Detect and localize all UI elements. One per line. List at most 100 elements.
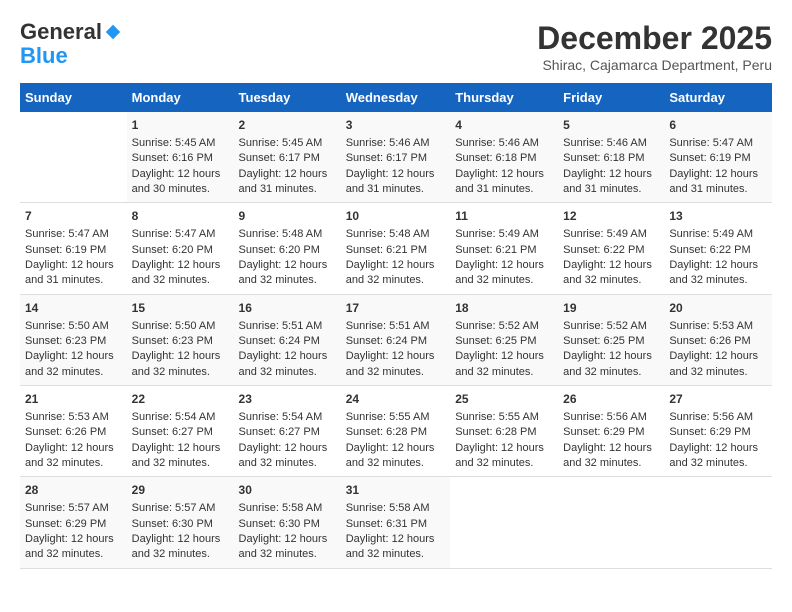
sunrise-text: Sunrise: 5:49 AM [669,227,767,242]
daylight-text: Daylight: 12 hours and 31 minutes. [346,167,445,198]
logo: General Blue [20,20,122,68]
calendar-cell: 28Sunrise: 5:57 AMSunset: 6:29 PMDayligh… [20,477,127,568]
day-number: 9 [239,208,336,225]
week-row-2: 7Sunrise: 5:47 AMSunset: 6:19 PMDaylight… [20,203,772,294]
calendar-cell: 12Sunrise: 5:49 AMSunset: 6:22 PMDayligh… [558,203,664,294]
sunset-text: Sunset: 6:27 PM [239,425,336,440]
sunrise-text: Sunrise: 5:52 AM [563,319,659,334]
day-number: 19 [563,300,659,317]
day-number: 12 [563,208,659,225]
sunrise-text: Sunrise: 5:47 AM [132,227,229,242]
sunrise-text: Sunrise: 5:58 AM [346,501,445,516]
week-row-1: 1Sunrise: 5:45 AMSunset: 6:16 PMDaylight… [20,112,772,203]
daylight-text: Daylight: 12 hours and 32 minutes. [346,532,445,563]
sunset-text: Sunset: 6:28 PM [455,425,553,440]
calendar-cell: 15Sunrise: 5:50 AMSunset: 6:23 PMDayligh… [127,294,234,385]
sunrise-text: Sunrise: 5:49 AM [455,227,553,242]
week-row-5: 28Sunrise: 5:57 AMSunset: 6:29 PMDayligh… [20,477,772,568]
sunrise-text: Sunrise: 5:55 AM [455,410,553,425]
calendar-cell [558,477,664,568]
calendar-cell: 7Sunrise: 5:47 AMSunset: 6:19 PMDaylight… [20,203,127,294]
calendar-cell: 2Sunrise: 5:45 AMSunset: 6:17 PMDaylight… [234,112,341,203]
calendar-cell: 29Sunrise: 5:57 AMSunset: 6:30 PMDayligh… [127,477,234,568]
header-monday: Monday [127,83,234,112]
calendar-cell: 8Sunrise: 5:47 AMSunset: 6:20 PMDaylight… [127,203,234,294]
day-number: 26 [563,391,659,408]
calendar-cell: 16Sunrise: 5:51 AMSunset: 6:24 PMDayligh… [234,294,341,385]
daylight-text: Daylight: 12 hours and 32 minutes. [132,532,229,563]
day-number: 18 [455,300,553,317]
sunrise-text: Sunrise: 5:47 AM [25,227,122,242]
calendar-cell: 21Sunrise: 5:53 AMSunset: 6:26 PMDayligh… [20,386,127,477]
sunrise-text: Sunrise: 5:50 AM [25,319,122,334]
header-tuesday: Tuesday [234,83,341,112]
header-sunday: Sunday [20,83,127,112]
day-number: 5 [563,117,659,134]
calendar-cell: 14Sunrise: 5:50 AMSunset: 6:23 PMDayligh… [20,294,127,385]
week-row-3: 14Sunrise: 5:50 AMSunset: 6:23 PMDayligh… [20,294,772,385]
daylight-text: Daylight: 12 hours and 32 minutes. [25,532,122,563]
sunrise-text: Sunrise: 5:58 AM [239,501,336,516]
sunrise-text: Sunrise: 5:45 AM [132,136,229,151]
sunrise-text: Sunrise: 5:57 AM [132,501,229,516]
daylight-text: Daylight: 12 hours and 30 minutes. [132,167,229,198]
daylight-text: Daylight: 12 hours and 32 minutes. [669,258,767,289]
sunrise-text: Sunrise: 5:46 AM [455,136,553,151]
calendar-cell: 10Sunrise: 5:48 AMSunset: 6:21 PMDayligh… [341,203,450,294]
daylight-text: Daylight: 12 hours and 31 minutes. [563,167,659,198]
day-number: 22 [132,391,229,408]
day-number: 13 [669,208,767,225]
sunset-text: Sunset: 6:29 PM [25,517,122,532]
sunset-text: Sunset: 6:18 PM [455,151,553,166]
location: Shirac, Cajamarca Department, Peru [537,57,772,73]
calendar-cell: 3Sunrise: 5:46 AMSunset: 6:17 PMDaylight… [341,112,450,203]
calendar-cell: 1Sunrise: 5:45 AMSunset: 6:16 PMDaylight… [127,112,234,203]
daylight-text: Daylight: 12 hours and 32 minutes. [239,258,336,289]
daylight-text: Daylight: 12 hours and 32 minutes. [455,349,553,380]
day-number: 8 [132,208,229,225]
sunset-text: Sunset: 6:25 PM [563,334,659,349]
sunrise-text: Sunrise: 5:55 AM [346,410,445,425]
day-number: 23 [239,391,336,408]
calendar-cell: 18 Sunrise: 5:52 AMSunset: 6:25 PMDayligh… [450,294,558,385]
calendar-cell: 26Sunrise: 5:56 AMSunset: 6:29 PMDayligh… [558,386,664,477]
sunset-text: Sunset: 6:30 PM [239,517,336,532]
calendar-cell: 19 Sunrise: 5:52 AMSunset: 6:25 PMDayligh… [558,294,664,385]
daylight-text: Daylight: 12 hours and 31 minutes. [669,167,767,198]
daylight-text: Daylight: 12 hours and 31 minutes. [239,167,336,198]
sunrise-text: Sunrise: 5:50 AM [132,319,229,334]
page-header: General Blue December 2025 Shirac, Cajam… [20,20,772,73]
daylight-text: Daylight: 12 hours and 32 minutes. [455,441,553,472]
sunrise-text: Sunrise: 5:56 AM [563,410,659,425]
calendar-cell: 27Sunrise: 5:56 AMSunset: 6:29 PMDayligh… [664,386,772,477]
sunrise-text: Sunrise: 5:56 AM [669,410,767,425]
sunset-text: Sunset: 6:21 PM [455,243,553,258]
header-thursday: Thursday [450,83,558,112]
sunset-text: Sunset: 6:24 PM [346,334,445,349]
day-number: 27 [669,391,767,408]
sunrise-text: Sunrise: 5:46 AM [563,136,659,151]
day-number: 29 [132,482,229,499]
daylight-text: Daylight: 12 hours and 32 minutes. [239,441,336,472]
daylight-text: Daylight: 12 hours and 32 minutes. [669,441,767,472]
sunrise-text: Sunrise: 5:48 AM [346,227,445,242]
day-number: 28 [25,482,122,499]
sunrise-text: Sunrise: 5:49 AM [563,227,659,242]
daylight-text: Daylight: 12 hours and 32 minutes. [239,349,336,380]
daylight-text: Daylight: 12 hours and 31 minutes. [455,167,553,198]
sunrise-text: Sunrise: 5:52 AM [455,319,553,334]
sunset-text: Sunset: 6:25 PM [455,334,553,349]
daylight-text: Daylight: 12 hours and 32 minutes. [346,349,445,380]
sunset-text: Sunset: 6:26 PM [25,425,122,440]
sunrise-text: Sunrise: 5:48 AM [239,227,336,242]
sunset-text: Sunset: 6:19 PM [669,151,767,166]
daylight-text: Daylight: 12 hours and 32 minutes. [346,441,445,472]
sunset-text: Sunset: 6:22 PM [669,243,767,258]
header-saturday: Saturday [664,83,772,112]
sunset-text: Sunset: 6:23 PM [25,334,122,349]
day-number: 17 [346,300,445,317]
sunrise-text: Sunrise: 5:45 AM [239,136,336,151]
sunrise-text: Sunrise: 5:47 AM [669,136,767,151]
day-number: 11 [455,208,553,225]
daylight-text: Daylight: 12 hours and 32 minutes. [563,349,659,380]
